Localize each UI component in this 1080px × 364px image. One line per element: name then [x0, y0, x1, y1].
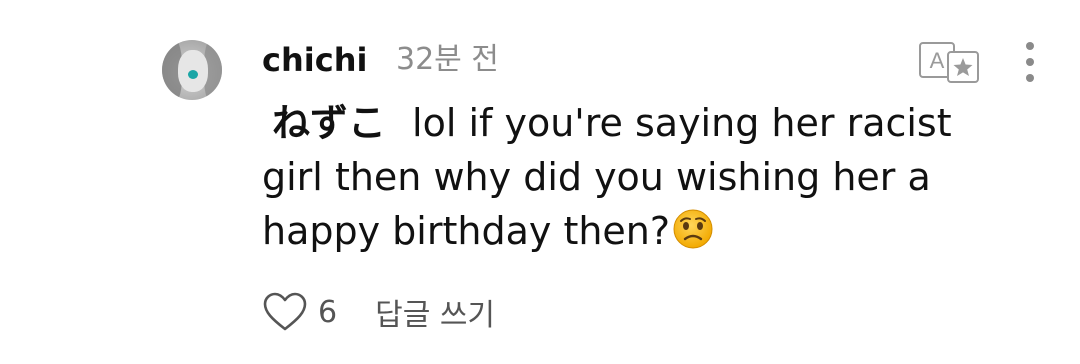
mention[interactable]: ねずこ [272, 101, 386, 145]
worried-face-icon [672, 208, 714, 264]
like-button[interactable]: 6 [262, 291, 337, 333]
like-count: 6 [318, 294, 338, 330]
timestamp: 32분 전 [396, 42, 499, 77]
svg-text:A: A [930, 48, 945, 73]
translate-icon: A [919, 42, 979, 83]
avatar[interactable] [162, 40, 222, 100]
more-button[interactable] [1014, 38, 1046, 86]
comment-actions: 6 답글 쓰기 [262, 288, 495, 336]
translate-button[interactable]: A [918, 40, 982, 84]
username[interactable]: chichi [262, 40, 367, 80]
reply-button[interactable]: 답글 쓰기 [375, 290, 495, 334]
comment-text-block: ねずこ lol if you're saying her racist girl … [262, 96, 1002, 264]
more-vertical-icon [1026, 42, 1034, 82]
heart-outline-icon [263, 292, 307, 331]
avatar-gem [188, 70, 198, 79]
